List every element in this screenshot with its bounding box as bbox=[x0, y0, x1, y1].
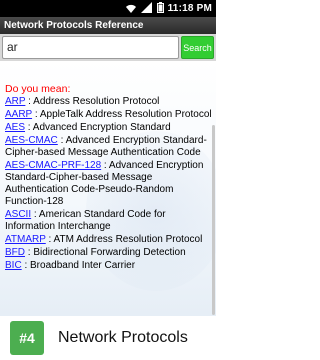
search-bar: ar Search bbox=[0, 34, 216, 61]
list-item: ATMARP : ATM Address Resolution Protocol bbox=[5, 234, 212, 246]
list-item: ASCII : American Standard Code for Infor… bbox=[5, 209, 212, 233]
signal-icon bbox=[140, 1, 153, 16]
list-item: AES-CMAC : Advanced Encryption Standard-… bbox=[5, 135, 212, 159]
battery-icon bbox=[156, 1, 164, 16]
suggestion-heading: Do you mean: bbox=[5, 83, 71, 95]
status-bar: 11:18 PM bbox=[0, 0, 216, 17]
term-definition: : Bidirectional Forwarding Detection bbox=[25, 247, 186, 258]
scrollbar[interactable] bbox=[212, 125, 215, 315]
list-item: AES : Advanced Encryption Standard bbox=[5, 122, 212, 134]
rank-badge: #4 bbox=[10, 321, 44, 355]
list-item: BIC : Broadband Inter Carrier bbox=[5, 260, 212, 272]
term-link[interactable]: AES bbox=[5, 122, 25, 133]
results-panel: Do you mean: ARP : Address Resolution Pr… bbox=[0, 61, 216, 316]
term-definition: : Address Resolution Protocol bbox=[25, 96, 160, 107]
list-item: AARP : AppleTalk Address Resolution Prot… bbox=[5, 109, 212, 121]
term-link[interactable]: AES-CMAC-PRF-128 bbox=[5, 160, 101, 171]
term-definition: : Broadband Inter Carrier bbox=[21, 260, 136, 271]
list-item: AES-CMAC-PRF-128 : Advanced Encryption S… bbox=[5, 160, 212, 208]
term-link[interactable]: AES-CMAC bbox=[5, 135, 58, 146]
list-item: ARP : Address Resolution Protocol bbox=[5, 96, 212, 108]
app-name: Network Protocols bbox=[58, 329, 188, 346]
wifi-icon bbox=[125, 4, 137, 14]
term-link[interactable]: ATMARP bbox=[5, 234, 46, 245]
term-link[interactable]: BIC bbox=[5, 260, 22, 271]
term-definition: : Advanced Encryption Standard bbox=[25, 122, 171, 133]
term-link[interactable]: ASCII bbox=[5, 209, 31, 220]
clock: 11:18 PM bbox=[167, 3, 212, 14]
app-listing-footer: #4 Network Protocols bbox=[0, 316, 216, 360]
term-link[interactable]: ARP bbox=[5, 96, 25, 107]
search-input[interactable]: ar bbox=[2, 36, 179, 59]
term-link[interactable]: BFD bbox=[5, 247, 25, 258]
results-list: ARP : Address Resolution Protocol AARP :… bbox=[5, 96, 212, 272]
term-link[interactable]: AARP bbox=[5, 109, 32, 120]
term-definition: : AppleTalk Address Resolution Protocol bbox=[32, 109, 212, 120]
list-item: BFD : Bidirectional Forwarding Detection bbox=[5, 247, 212, 259]
search-button[interactable]: Search bbox=[181, 36, 214, 59]
term-definition: : ATM Address Resolution Protocol bbox=[45, 234, 203, 245]
app-title: Network Protocols Reference bbox=[0, 17, 216, 34]
